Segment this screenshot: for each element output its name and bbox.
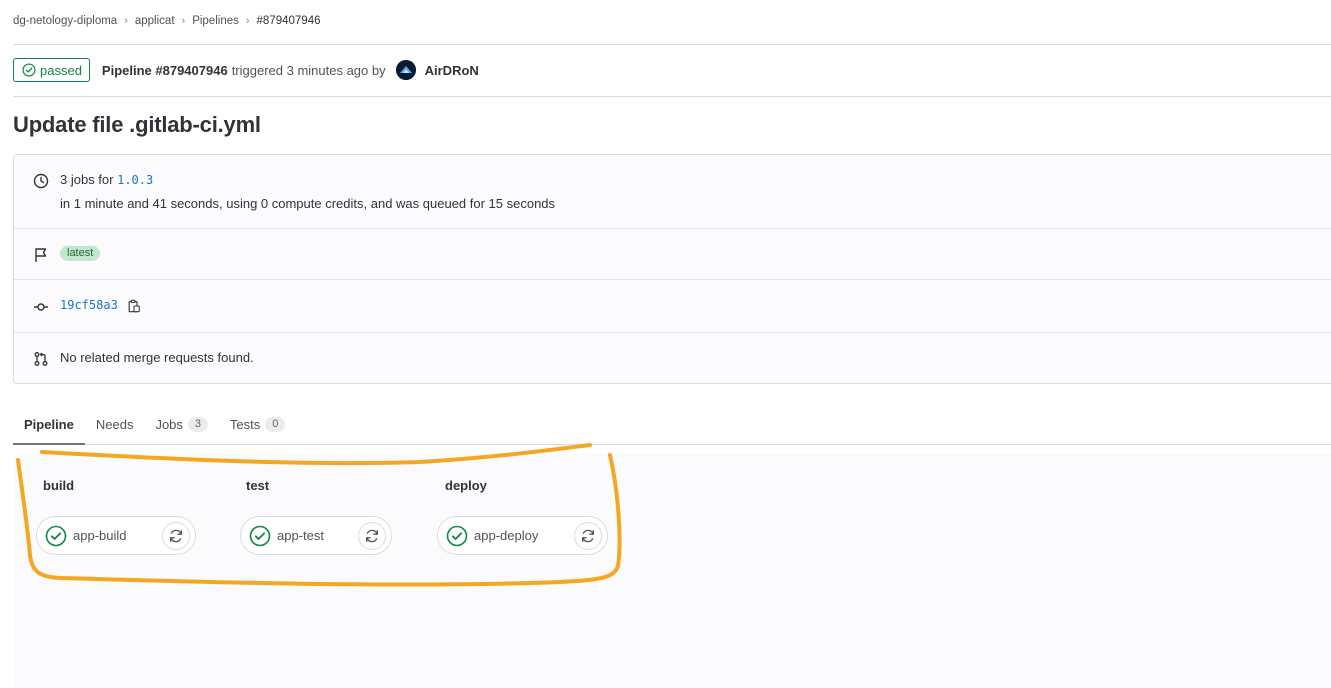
divider: [13, 96, 1331, 97]
tab-pipeline[interactable]: Pipeline: [13, 404, 85, 445]
retry-icon[interactable]: [358, 521, 386, 550]
status-success-icon: [446, 525, 468, 546]
job-name: app-test: [277, 528, 324, 543]
jobs-count-text: 3 jobs for: [60, 172, 114, 187]
jobs-count-badge: 3: [187, 416, 208, 432]
job-app-build[interactable]: app-build: [36, 516, 196, 555]
divider: [14, 279, 1331, 280]
breadcrumb-pipelines[interactable]: Pipelines: [192, 15, 239, 27]
status-label: passed: [40, 62, 82, 78]
merge-requests-text: No related merge requests found.: [60, 350, 254, 365]
merge-requests-row: No related merge requests found.: [14, 350, 1331, 367]
pipeline-info-card: 3 jobs for 1.0.3 in 1 minute and 41 seco…: [13, 154, 1331, 384]
divider: [13, 44, 1331, 45]
job-app-deploy[interactable]: app-deploy: [437, 516, 608, 555]
copy-icon[interactable]: [126, 298, 142, 314]
author-name[interactable]: AirDRoN: [425, 63, 479, 78]
commit-row: 19cf58a3: [14, 298, 1331, 315]
tab-jobs[interactable]: Jobs 3: [144, 404, 218, 444]
triggered-text: triggered 3 minutes ago by: [231, 62, 386, 78]
job-name: app-deploy: [474, 528, 539, 543]
stage-title-build: build: [43, 478, 75, 493]
commit-icon: [34, 303, 48, 311]
pipeline-tabs: Pipeline Needs Jobs 3 Tests 0: [13, 404, 1331, 445]
divider: [14, 228, 1331, 229]
tests-count-badge: 0: [265, 416, 286, 432]
tab-label: Pipeline: [24, 416, 74, 432]
retry-icon[interactable]: [574, 521, 602, 550]
tab-label: Needs: [95, 416, 134, 432]
page-title: Update file .gitlab-ci.yml: [13, 112, 261, 137]
latest-badge: latest: [60, 246, 101, 261]
pipeline-header: passed Pipeline #879407946 triggered 3 m…: [13, 58, 479, 82]
chevron-right-icon: ›: [124, 15, 128, 27]
stage-title-deploy: deploy: [445, 478, 487, 493]
merge-request-icon: [34, 352, 48, 366]
retry-icon[interactable]: [162, 521, 190, 550]
avatar[interactable]: [395, 60, 416, 80]
flag-icon: [35, 248, 47, 262]
pipeline-id: Pipeline #879407946: [101, 62, 228, 78]
status-success-icon: [22, 63, 36, 77]
breadcrumb-project[interactable]: applicat: [135, 15, 175, 27]
job-app-test[interactable]: app-test: [240, 516, 392, 555]
status-success-icon: [249, 525, 271, 546]
divider: [14, 332, 1331, 333]
duration-text: in 1 minute and 41 seconds, using 0 comp…: [60, 196, 556, 211]
clock-icon: [33, 173, 49, 189]
tab-label: Tests: [229, 416, 261, 432]
job-name: app-build: [73, 528, 127, 543]
pipeline-graph: build test deploy app-build app-test app…: [13, 454, 1331, 688]
tab-label: Jobs: [155, 416, 183, 432]
ref-link[interactable]: 1.0.3: [117, 173, 153, 187]
status-badge[interactable]: passed: [13, 58, 90, 82]
commit-sha-link[interactable]: 19cf58a3: [60, 298, 118, 312]
badges-row: latest: [14, 246, 1331, 263]
breadcrumb: dg-netology-diploma › applicat › Pipelin…: [13, 15, 321, 27]
tab-tests[interactable]: Tests 0: [219, 404, 296, 444]
chevron-right-icon: ›: [181, 15, 186, 27]
status-success-icon: [45, 525, 67, 546]
tab-needs[interactable]: Needs: [85, 404, 145, 444]
stage-title-test: test: [246, 478, 270, 493]
jobs-info-row: 3 jobs for 1.0.3 in 1 minute and 41 seco…: [14, 172, 1331, 212]
breadcrumb-current[interactable]: #879407946: [257, 15, 321, 27]
chevron-right-icon: ›: [245, 15, 250, 27]
breadcrumb-group[interactable]: dg-netology-diploma: [13, 15, 117, 27]
